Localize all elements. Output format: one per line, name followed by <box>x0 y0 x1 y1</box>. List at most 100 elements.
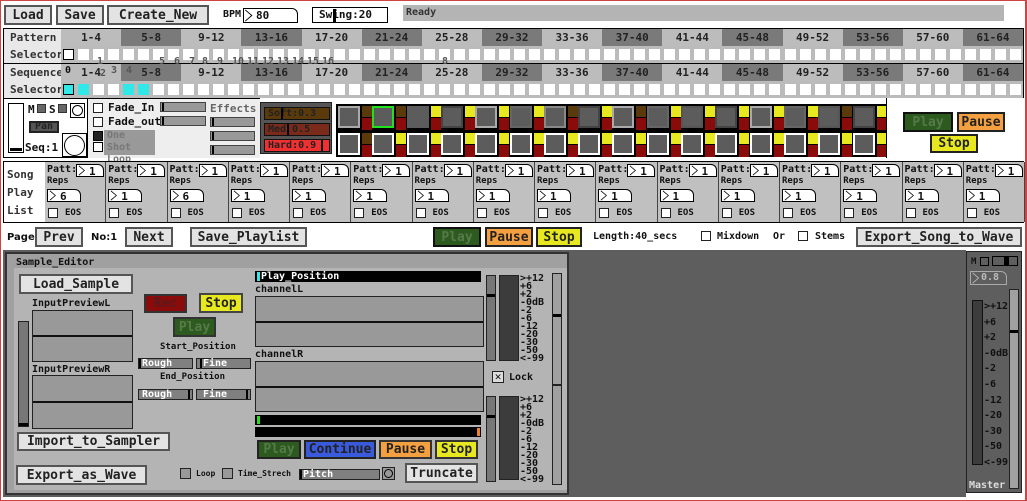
rec-play-button[interactable]: Play <box>173 317 216 337</box>
one-shot-toggle[interactable] <box>93 131 103 141</box>
sequence-cell[interactable] <box>63 84 74 95</box>
pattern-cell[interactable] <box>919 49 931 60</box>
start-fine-slider[interactable]: Fine <box>196 358 251 369</box>
patt-input[interactable]: 1 <box>259 164 288 177</box>
step-pad[interactable] <box>578 133 601 155</box>
pattern-cell[interactable] <box>198 49 210 60</box>
pattern-cell[interactable] <box>468 49 480 60</box>
sequence-cell[interactable] <box>844 84 856 95</box>
hard-indicator[interactable] <box>842 118 853 130</box>
step-pad[interactable] <box>406 106 429 128</box>
pattern-cell[interactable] <box>859 49 871 60</box>
hard-indicator[interactable] <box>602 118 613 130</box>
reps-input[interactable]: 1 <box>230 189 265 202</box>
pattern-cell[interactable] <box>378 49 390 60</box>
stems-checkbox[interactable] <box>798 231 808 241</box>
sequence-cell[interactable] <box>468 84 480 95</box>
eos-checkbox[interactable] <box>721 208 732 218</box>
pan-button[interactable]: Pan <box>29 121 59 133</box>
save-button[interactable]: Save <box>56 5 104 25</box>
pattern-cell[interactable] <box>483 49 495 60</box>
step-pad[interactable] <box>509 106 532 128</box>
create-new-button[interactable]: Create_New <box>107 5 209 25</box>
velocity-indicator[interactable] <box>842 106 853 117</box>
sequence-cell[interactable] <box>664 84 676 95</box>
eos-checkbox[interactable] <box>231 208 242 218</box>
load-button[interactable]: Load <box>4 5 52 25</box>
sequence-cell[interactable] <box>333 84 345 95</box>
reps-input[interactable]: 1 <box>904 189 939 202</box>
pattern-cell[interactable] <box>93 49 105 60</box>
pattern-cell[interactable] <box>604 49 616 60</box>
step-pad[interactable] <box>852 106 875 128</box>
step-pad[interactable] <box>338 106 360 128</box>
pattern-cell[interactable] <box>799 49 811 60</box>
step-pad[interactable] <box>475 133 498 155</box>
sequence-cell[interactable] <box>724 84 736 95</box>
pattern-cell[interactable] <box>829 49 841 60</box>
velocity-indicator[interactable] <box>739 133 750 144</box>
load-sample-button[interactable]: Load_Sample <box>19 274 133 294</box>
hard-indicator[interactable] <box>807 145 818 157</box>
meter-l-gain-slider[interactable] <box>486 275 496 361</box>
pattern-cell[interactable] <box>949 49 961 60</box>
hard-indicator[interactable] <box>876 118 887 130</box>
sequence-cell[interactable] <box>393 84 405 95</box>
pattern-cell[interactable] <box>273 49 285 60</box>
hard-indicator[interactable] <box>533 145 544 157</box>
reps-input[interactable]: 1 <box>292 189 326 202</box>
pattern-cell[interactable] <box>453 49 465 60</box>
sequence-cell[interactable] <box>363 84 375 95</box>
eos-checkbox[interactable] <box>293 208 303 218</box>
hard-indicator[interactable] <box>876 145 887 157</box>
pattern-cell[interactable] <box>123 49 135 60</box>
velocity-indicator[interactable] <box>670 133 681 144</box>
pattern-cell[interactable] <box>844 49 856 60</box>
loop-checkbox[interactable] <box>180 468 191 479</box>
meter-r-right-slider[interactable] <box>552 385 562 485</box>
sequence-cell[interactable] <box>829 84 841 95</box>
sequence-cell[interactable] <box>994 84 1006 95</box>
hard-indicator[interactable] <box>670 118 681 130</box>
sequence-cell[interactable] <box>799 84 811 95</box>
pattern-cell[interactable] <box>303 49 315 60</box>
pattern-cell[interactable] <box>78 49 90 60</box>
sequence-cell[interactable] <box>243 84 255 95</box>
export-song-button[interactable]: Export_Song_to_Wave <box>856 227 1022 247</box>
sample-pause-button[interactable]: Pause <box>379 440 432 459</box>
hard-indicator[interactable] <box>602 145 613 157</box>
step-pad[interactable] <box>646 133 669 155</box>
pattern-cell[interactable] <box>108 49 120 60</box>
pattern-cell[interactable] <box>544 49 555 60</box>
velocity-indicator[interactable] <box>499 106 510 117</box>
effect-slider-2[interactable] <box>210 131 255 141</box>
pattern-cell[interactable] <box>784 49 796 60</box>
hard-indicator[interactable] <box>499 145 510 157</box>
eos-checkbox[interactable] <box>538 208 548 218</box>
med-slider[interactable]: Med 0.5 <box>264 123 330 136</box>
start-rough-slider[interactable]: Rough <box>138 358 193 369</box>
master-toggle[interactable] <box>992 256 1018 266</box>
velocity-indicator[interactable] <box>533 133 544 144</box>
pattern-cell[interactable] <box>498 49 510 60</box>
hard-indicator[interactable] <box>636 145 647 157</box>
reps-input[interactable]: 6 <box>169 189 204 202</box>
sequence-cell[interactable] <box>814 84 826 95</box>
patt-input[interactable]: 1 <box>76 164 104 177</box>
velocity-indicator[interactable] <box>636 106 647 117</box>
velocity-indicator[interactable] <box>876 106 887 117</box>
velocity-indicator[interactable] <box>602 106 613 117</box>
velocity-indicator[interactable] <box>430 106 441 117</box>
hard-indicator[interactable] <box>430 145 441 157</box>
eos-checkbox[interactable] <box>905 208 916 218</box>
pattern-cell[interactable] <box>664 49 676 60</box>
step-pad[interactable] <box>543 106 566 128</box>
sequence-cell[interactable] <box>498 84 510 95</box>
sequence-cell[interactable] <box>949 84 961 95</box>
step-pad[interactable] <box>406 133 429 155</box>
velocity-indicator[interactable] <box>430 133 441 144</box>
patt-input[interactable]: 1 <box>137 164 166 177</box>
input-gain-slider[interactable] <box>18 321 29 427</box>
velocity-indicator[interactable] <box>739 106 750 117</box>
sequence-cell[interactable] <box>919 84 931 95</box>
